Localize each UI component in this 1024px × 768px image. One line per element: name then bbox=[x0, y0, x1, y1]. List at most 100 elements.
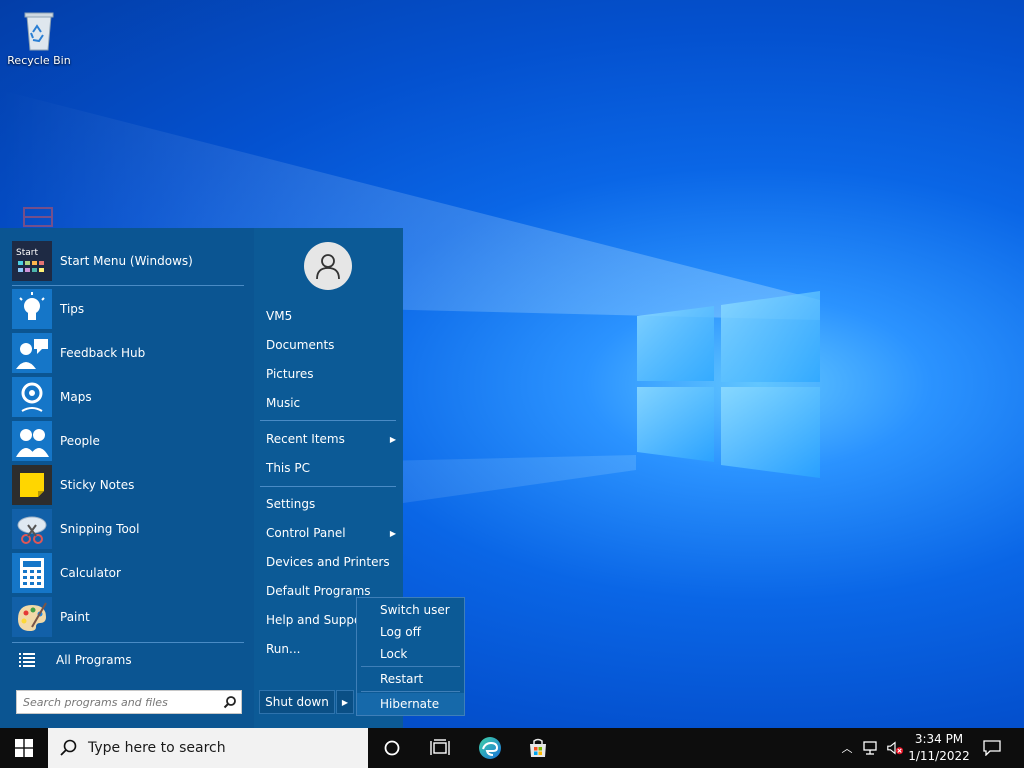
start-menu-windows-item[interactable]: Start Start Menu (Windows) bbox=[12, 240, 244, 282]
edge-browser-icon bbox=[479, 737, 501, 759]
svg-text:Start: Start bbox=[16, 248, 38, 258]
divider bbox=[361, 691, 460, 692]
lightbulb-icon bbox=[12, 289, 52, 329]
snipping-tool-icon bbox=[12, 509, 52, 549]
windows-logo-icon bbox=[15, 739, 33, 757]
app-label: Calculator bbox=[60, 566, 121, 580]
chevron-up-icon: ︿ bbox=[841, 742, 853, 755]
app-item-tips[interactable]: Tips bbox=[12, 288, 244, 330]
app-item-snipping-tool[interactable]: Snipping Tool bbox=[12, 508, 244, 550]
start-search-box[interactable] bbox=[16, 690, 242, 714]
app-label: Feedback Hub bbox=[60, 346, 146, 360]
menu-item-restart[interactable]: Restart bbox=[357, 668, 464, 690]
user-icon bbox=[316, 254, 340, 280]
app-item-feedback-hub[interactable]: Feedback Hub bbox=[12, 332, 244, 374]
desktop-icon-faded bbox=[14, 204, 62, 231]
clock-date: 1/11/2022 bbox=[908, 749, 970, 763]
divider bbox=[12, 642, 244, 643]
place-label: Control Panel bbox=[266, 526, 346, 540]
place-label: VM5 bbox=[266, 309, 293, 323]
start-menu-app-icon: Start bbox=[12, 241, 52, 281]
task-view-button[interactable] bbox=[416, 728, 464, 768]
divider bbox=[361, 666, 460, 667]
calculator-icon bbox=[12, 553, 52, 593]
app-item-people[interactable]: People bbox=[12, 420, 244, 462]
recycle-bin-label: Recycle Bin bbox=[7, 54, 71, 67]
place-documents[interactable]: Documents bbox=[266, 335, 396, 355]
divider bbox=[260, 420, 396, 421]
power-options-menu: Switch user Log off Lock Restart Hiberna… bbox=[356, 597, 465, 716]
shutdown-options-button[interactable]: ▶ bbox=[336, 690, 354, 714]
place-label: Run... bbox=[266, 642, 301, 656]
menu-item-log-off[interactable]: Log off bbox=[357, 621, 464, 643]
taskbar-store-button[interactable] bbox=[514, 728, 562, 768]
divider bbox=[12, 285, 244, 286]
task-view-icon bbox=[430, 739, 450, 755]
search-icon[interactable] bbox=[219, 691, 241, 713]
place-pictures[interactable]: Pictures bbox=[266, 364, 396, 384]
app-label: Maps bbox=[60, 390, 92, 404]
place-devices-and-printers[interactable]: Devices and Printers bbox=[266, 552, 396, 572]
place-settings[interactable]: Settings bbox=[266, 494, 396, 514]
paint-icon bbox=[12, 597, 52, 637]
place-label: This PC bbox=[266, 461, 310, 475]
start-button[interactable] bbox=[0, 728, 48, 768]
app-label: Paint bbox=[60, 610, 90, 624]
place-label: Settings bbox=[266, 497, 316, 511]
menu-item-lock[interactable]: Lock bbox=[357, 643, 464, 665]
app-label: Start Menu (Windows) bbox=[60, 254, 193, 268]
taskbar-search-placeholder: Type here to search bbox=[88, 740, 226, 756]
network-status-button[interactable] bbox=[862, 740, 880, 756]
place-user-folder[interactable]: VM5 bbox=[266, 306, 396, 326]
taskbar-clock[interactable]: 3:34 PM 1/11/2022 bbox=[908, 731, 970, 765]
recycle-bin-icon bbox=[24, 12, 54, 51]
menu-item-label: Lock bbox=[380, 647, 408, 661]
cortana-icon bbox=[384, 740, 400, 756]
app-item-calculator[interactable]: Calculator bbox=[12, 552, 244, 594]
place-control-panel[interactable]: Control Panel ▶ bbox=[266, 523, 396, 543]
search-icon bbox=[48, 739, 88, 757]
place-label: Pictures bbox=[266, 367, 314, 381]
app-label: Sticky Notes bbox=[60, 478, 135, 492]
microsoft-store-icon bbox=[530, 738, 546, 757]
cortana-button[interactable] bbox=[368, 728, 416, 768]
app-item-maps[interactable]: Maps bbox=[12, 376, 244, 418]
speaker-muted-icon bbox=[887, 741, 904, 755]
menu-item-label: Switch user bbox=[380, 603, 450, 617]
user-avatar[interactable] bbox=[304, 242, 352, 290]
menu-item-switch-user[interactable]: Switch user bbox=[357, 599, 464, 621]
start-search-input[interactable] bbox=[17, 692, 219, 712]
app-item-sticky-notes[interactable]: Sticky Notes bbox=[12, 464, 244, 506]
show-hidden-icons-button[interactable]: ︿ bbox=[838, 740, 856, 756]
divider bbox=[260, 486, 396, 487]
menu-item-hibernate[interactable]: Hibernate bbox=[357, 693, 464, 715]
network-icon bbox=[863, 741, 877, 755]
all-programs-label: All Programs bbox=[56, 653, 132, 667]
app-label: Snipping Tool bbox=[60, 522, 140, 536]
app-item-paint[interactable]: Paint bbox=[12, 596, 244, 638]
place-label: Music bbox=[266, 396, 301, 410]
app-label: Tips bbox=[60, 302, 85, 316]
start-menu-programs-column: Start Start Menu (Windows) Tips Feedback… bbox=[0, 228, 254, 728]
place-label: Default Programs bbox=[266, 584, 371, 598]
place-recent-items[interactable]: Recent Items ▶ bbox=[266, 429, 396, 449]
place-this-pc[interactable]: This PC bbox=[266, 458, 396, 478]
chevron-right-icon: ▶ bbox=[341, 697, 349, 707]
notification-icon bbox=[983, 740, 1001, 756]
recycle-bin-shortcut[interactable]: Recycle Bin bbox=[4, 8, 74, 67]
place-label: Documents bbox=[266, 338, 335, 352]
shutdown-button[interactable]: Shut down bbox=[259, 690, 335, 714]
place-music[interactable]: Music bbox=[266, 393, 396, 413]
place-label: Devices and Printers bbox=[266, 555, 390, 569]
taskbar-edge-button[interactable] bbox=[466, 728, 514, 768]
sticky-notes-icon bbox=[12, 465, 52, 505]
all-programs-button[interactable]: All Programs bbox=[16, 646, 244, 674]
maps-icon bbox=[12, 377, 52, 417]
action-center-button[interactable] bbox=[982, 740, 1002, 756]
volume-button[interactable] bbox=[886, 740, 904, 756]
menu-item-label: Hibernate bbox=[380, 697, 440, 711]
menu-item-label: Restart bbox=[380, 672, 424, 686]
menu-item-label: Log off bbox=[380, 625, 421, 639]
taskbar-search-box[interactable]: Type here to search bbox=[48, 728, 368, 768]
chevron-right-icon: ▶ bbox=[389, 528, 396, 538]
